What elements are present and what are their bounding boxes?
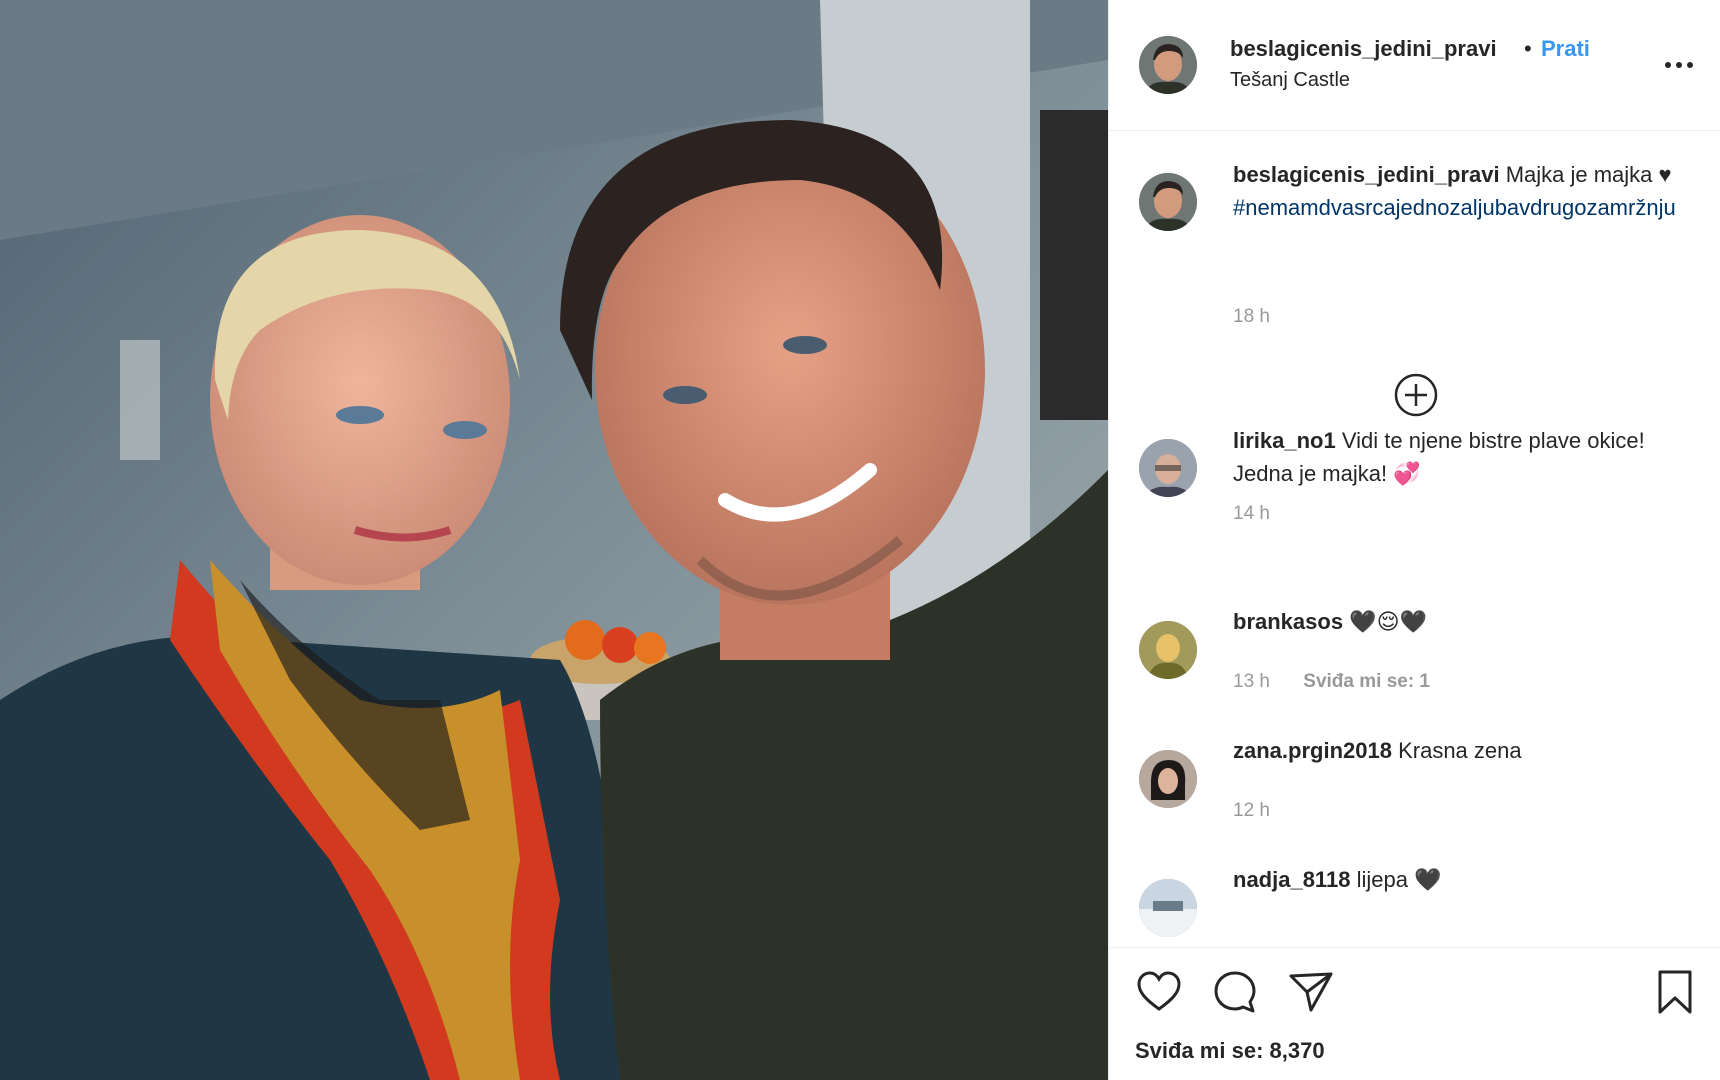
- comment-username[interactable]: brankasos: [1233, 609, 1343, 634]
- commenter-avatar[interactable]: [1139, 879, 1197, 937]
- caption-text: beslagicenis_jedini_pravi Majka je majka…: [1233, 158, 1693, 224]
- comment-text: zana.prgin2018 Krasna zena: [1233, 734, 1693, 767]
- post-header: beslagicenis_jedini_pravi • Prati Tešanj…: [1109, 0, 1720, 131]
- comment-body: Krasna zena: [1398, 738, 1522, 763]
- comments-list[interactable]: beslagicenis_jedini_pravi Majka je majka…: [1109, 132, 1720, 947]
- comment-body: lijepa 🖤: [1356, 867, 1442, 892]
- author-username[interactable]: beslagicenis_jedini_pravi: [1230, 36, 1497, 62]
- post-side-panel: beslagicenis_jedini_pravi • Prati Tešanj…: [1108, 0, 1720, 1080]
- comment-text: brankasos 🖤😌🖤: [1233, 605, 1693, 638]
- comment-meta: 12 h: [1233, 800, 1270, 822]
- post-photo[interactable]: [0, 0, 1108, 1080]
- comment-body: 🖤😌🖤: [1349, 609, 1427, 634]
- commenter-avatar[interactable]: [1139, 439, 1197, 497]
- comment-text: lirika_no1 Vidi te njene bistre plave ok…: [1233, 424, 1693, 490]
- caption-timestamp[interactable]: 18 h: [1233, 306, 1270, 327]
- comment-username[interactable]: zana.prgin2018: [1233, 738, 1392, 763]
- paper-plane-icon[interactable]: [1287, 968, 1335, 1016]
- commenter-avatar[interactable]: [1139, 750, 1197, 808]
- post-photo-image: [0, 0, 1108, 1080]
- bookmark-icon[interactable]: [1651, 968, 1699, 1016]
- likes-count[interactable]: Sviđa mi se: 8,370: [1135, 1038, 1325, 1064]
- commenter-avatar[interactable]: [1139, 621, 1197, 679]
- comment-username[interactable]: nadja_8118: [1233, 867, 1350, 892]
- comment-meta: 13 h Sviđa mi se: 1: [1233, 671, 1430, 693]
- comment-text: nadja_8118 lijepa 🖤: [1233, 863, 1693, 896]
- caption-time[interactable]: 18 h: [1233, 306, 1270, 328]
- comment-timestamp[interactable]: 12 h: [1233, 800, 1270, 821]
- more-options-icon[interactable]: [1659, 50, 1699, 80]
- comment-bubble-icon[interactable]: [1211, 968, 1259, 1016]
- author-avatar[interactable]: [1139, 36, 1197, 94]
- follow-button[interactable]: Prati: [1541, 36, 1590, 62]
- comment-username[interactable]: lirika_no1: [1233, 428, 1336, 453]
- caption-username[interactable]: beslagicenis_jedini_pravi: [1233, 162, 1500, 187]
- caption-avatar[interactable]: [1139, 173, 1197, 231]
- comment-timestamp[interactable]: 14 h: [1233, 503, 1270, 524]
- caption-body: Majka je majka ♥: [1505, 162, 1672, 187]
- comment-meta: 14 h: [1233, 503, 1270, 525]
- comment-likes[interactable]: Sviđa mi se: 1: [1303, 671, 1430, 692]
- heart-icon[interactable]: [1135, 968, 1183, 1016]
- post-location[interactable]: Tešanj Castle: [1230, 69, 1350, 92]
- comment-timestamp[interactable]: 13 h: [1233, 671, 1270, 692]
- header-separator: •: [1524, 36, 1532, 61]
- plus-circle-icon[interactable]: [1394, 373, 1438, 417]
- caption-hashtag[interactable]: #nemamdvasrcajednozaljubavdrugozamržnju: [1233, 195, 1676, 220]
- post-actions: Sviđa mi se: 8,370: [1109, 947, 1720, 1080]
